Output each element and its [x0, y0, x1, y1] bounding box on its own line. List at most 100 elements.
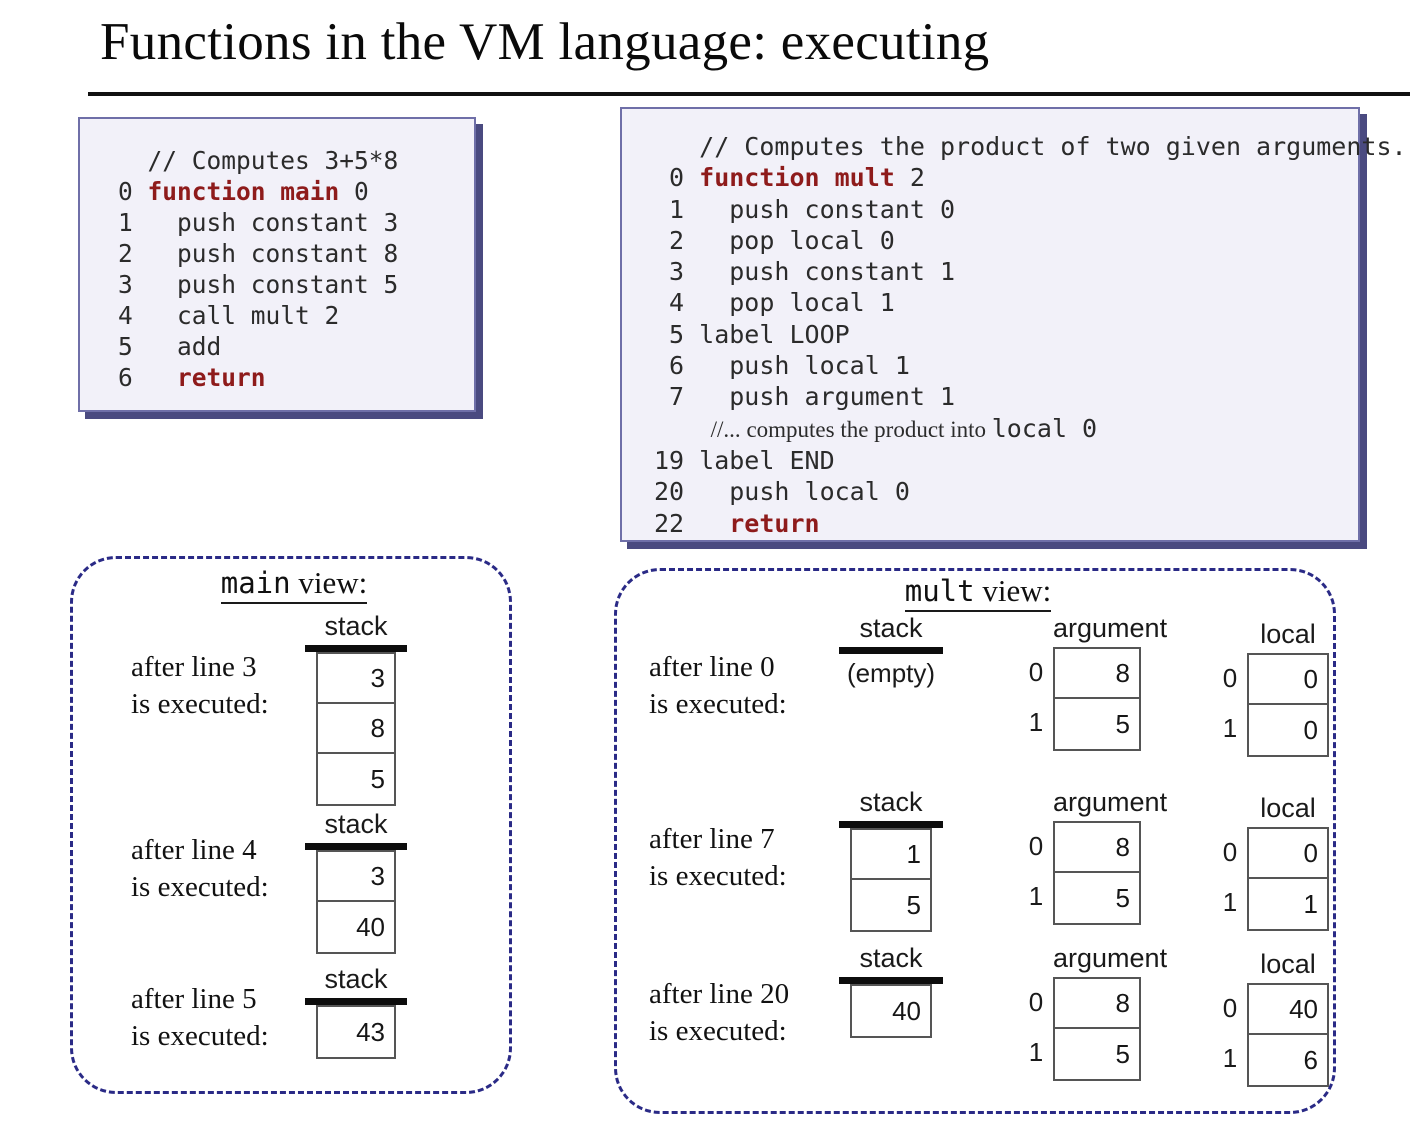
snapshot-caption: after line 4 is executed:: [131, 832, 269, 906]
code-line: // Computes the product of two given arg…: [654, 131, 1406, 162]
cell-index: 1: [1028, 1036, 1044, 1067]
memory-cell: 8: [318, 704, 394, 754]
cell-index: 0: [1028, 830, 1044, 861]
local-column: local 0 0 0 1: [1223, 619, 1329, 757]
code-text: push constant 8: [147, 239, 399, 268]
mult-view-heading: mult view:: [617, 573, 1339, 612]
snapshot-caption: after line 20 is executed:: [649, 976, 789, 1050]
code-line-number: 5: [654, 319, 700, 349]
stack-column: stack 3 8 5: [305, 611, 407, 806]
code-line: 6 push local 1: [654, 350, 1358, 381]
cell-index: 0: [1028, 986, 1044, 1017]
code-line-number: 0: [654, 163, 700, 193]
snapshot-caption-line1: after line 20: [649, 978, 790, 1010]
stack-top-bar: [305, 645, 407, 652]
stack-column-cells: 40: [850, 984, 932, 1038]
cell-index: 0: [1222, 836, 1238, 867]
snapshot-caption-line1: after line 5: [131, 983, 257, 1015]
snapshot-caption-line1: after line 0: [649, 651, 775, 683]
code-line: 3 push constant 5: [118, 269, 474, 300]
memory-cell: 8: [1055, 823, 1139, 873]
mult-view-panel: mult view: after line 0 is executed: stack…: [614, 568, 1336, 1114]
memory-cell: 0: [1249, 655, 1327, 705]
stack-column-label: stack: [324, 611, 388, 641]
local-column-label: local: [1260, 793, 1316, 823]
code-line-number: 1: [118, 208, 148, 237]
stack-column: stack 3 40: [305, 809, 407, 954]
memory-cell: 3: [318, 654, 394, 704]
argument-column-cells: 85: [1053, 647, 1141, 751]
code-line: 2 push constant 8: [118, 238, 474, 269]
stack-top-bar: [305, 843, 407, 850]
snapshot-caption-line2: is executed:: [131, 871, 269, 903]
code-lines-mult: // Computes the product of two given arg…: [622, 109, 1407, 539]
code-line-number: 5: [118, 332, 148, 361]
stack-top-bar: [839, 821, 943, 828]
code-line-number: 22: [654, 508, 700, 538]
code-line-number: 7: [654, 382, 700, 412]
code-block-main: // Computes 3+5*8 0 function main 01 push…: [78, 117, 476, 412]
local-column-indices: 01: [1219, 983, 1241, 1083]
memory-cell: 0: [1303, 714, 1318, 745]
code-line-number: 6: [654, 351, 700, 381]
snapshot-caption: after line 7 is executed:: [649, 821, 787, 895]
code-line-number: [654, 414, 699, 443]
code-line-number: 2: [118, 239, 148, 268]
code-line-number: 6: [118, 363, 148, 392]
code-note-prefix: //...: [699, 416, 741, 442]
code-line-number: 20: [654, 477, 700, 507]
argument-column-indices: 01: [1025, 821, 1047, 921]
code-keyword: function mult: [699, 163, 895, 193]
stack-top-bar: [839, 977, 943, 984]
code-note-mono: local 0: [991, 413, 1098, 443]
cell-index: 0: [1222, 662, 1238, 693]
stack-column-label: stack: [324, 809, 388, 839]
code-operand: 2: [894, 163, 925, 193]
argument-column: argument 8 5 0 1: [1029, 787, 1168, 925]
code-line: 1 push constant 0: [654, 194, 1358, 225]
code-text: push local 1: [699, 351, 910, 381]
stack-column-cells: 38 5: [316, 652, 396, 806]
memory-cell: 1: [1303, 888, 1318, 919]
argument-column-label: argument: [1053, 943, 1168, 973]
stack-top-bar: [839, 647, 943, 654]
argument-column: argument 8 5 0 1: [1029, 613, 1167, 751]
snapshot-caption-line1: after line 3: [131, 651, 257, 683]
stack-column: stack 43: [305, 964, 407, 1059]
cell-index: 1: [1222, 886, 1238, 917]
code-keyword: function main: [147, 177, 340, 206]
local-column-label: local: [1260, 949, 1316, 979]
stack-column-cells: 3 40: [316, 850, 396, 954]
stack-column-label: stack: [859, 787, 923, 817]
code-line-number: 3: [118, 270, 148, 299]
snapshot-caption-line1: after line 7: [649, 823, 775, 855]
argument-column-indices: 01: [1025, 647, 1047, 747]
argument-column-cells: 85: [1053, 977, 1141, 1081]
snapshot-caption-line2: is executed:: [649, 860, 787, 892]
code-lines-main: // Computes 3+5*8 0 function main 01 push…: [80, 119, 474, 393]
cell-index: 1: [1222, 1042, 1238, 1073]
stack-empty-label: (empty): [846, 658, 936, 688]
cell-index: 1: [1222, 712, 1238, 743]
snapshot-caption-line2: is executed:: [649, 1015, 787, 1047]
memory-cell: 5: [906, 889, 921, 920]
argument-column-label: argument: [1053, 787, 1168, 817]
local-column-indices: 01: [1219, 827, 1241, 927]
cell-index: 0: [1222, 992, 1238, 1023]
stack-column-label: stack: [859, 613, 923, 643]
argument-column: argument 8 5 0 1: [1029, 943, 1168, 1081]
code-comment: // Computes the product of two given arg…: [699, 132, 1407, 161]
memory-cell: 40: [1249, 985, 1327, 1035]
title-divider: [88, 92, 1410, 96]
code-text: push argument 1: [699, 382, 956, 412]
stack-top-bar: [305, 998, 407, 1005]
cell-index: 0: [1028, 656, 1044, 687]
code-line-number: [654, 132, 699, 161]
memory-cell: 5: [1115, 1038, 1130, 1069]
mult-view-heading-mono: mult: [904, 574, 975, 608]
memory-cell: 5: [370, 763, 385, 794]
code-line: // Computes 3+5*8: [118, 145, 474, 176]
snapshot-caption: after line 3 is executed:: [131, 649, 269, 723]
memory-cell: 40: [892, 995, 921, 1026]
cell-index: 1: [1028, 706, 1044, 737]
